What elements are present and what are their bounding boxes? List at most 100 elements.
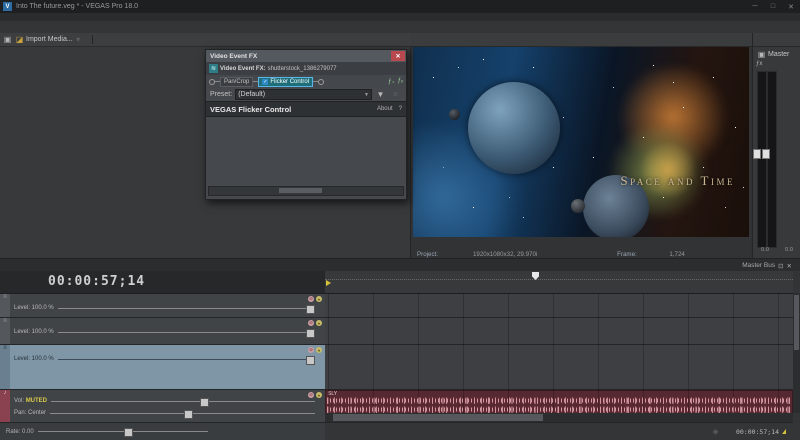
fx-chain-header: ≋ Video Event FX: shutterstock_138627907…	[206, 62, 406, 75]
media-bin-tree	[0, 47, 62, 257]
small-planet	[449, 109, 460, 120]
track-header-3-selected[interactable]: ≡ ⊘● Level: 100.0 %	[0, 345, 325, 390]
meter-right	[767, 71, 777, 248]
track-header-2[interactable]: ≡ ⊘● Level: 100.0 %	[0, 318, 325, 345]
app-icon: V	[3, 2, 12, 11]
help-link[interactable]: ?	[399, 106, 402, 112]
plugin-name: VEGAS Flicker Control	[210, 105, 291, 114]
minimize-button[interactable]: ─	[746, 3, 764, 11]
track-grip-icon[interactable]: ≡	[0, 294, 10, 317]
preview-transport	[411, 239, 751, 250]
chain-output-node	[318, 79, 324, 85]
dialog-scrollbar[interactable]	[208, 186, 404, 196]
vol-value: MUTED	[26, 398, 47, 404]
preview-toolbar	[411, 33, 754, 47]
video-preview-panel: Space and Time Project: 1920x1080x32, 29…	[411, 33, 751, 258]
menu-bar	[0, 13, 800, 21]
video-track-2-lane[interactable]	[325, 318, 793, 345]
save-preset-icon[interactable]: ▼	[375, 90, 386, 100]
about-link[interactable]: About	[377, 106, 393, 112]
cursor-pin-icon: ◈	[710, 427, 721, 437]
mute-icon[interactable]: ⊘	[308, 347, 314, 353]
flicker-control-plugin-button[interactable]: ✓ Flicker Control	[258, 77, 313, 87]
audio-track-grip-icon[interactable]: ♪	[0, 390, 10, 422]
dialog-title: Video Event FX	[210, 53, 257, 60]
rate-control[interactable]: Rate: 0.00	[0, 423, 331, 440]
timeline-vertical-scrollbar[interactable]	[793, 293, 800, 413]
level-slider[interactable]	[58, 332, 315, 333]
scrollbar-thumb[interactable]	[333, 414, 543, 421]
video-track-1-lane[interactable]	[325, 294, 793, 318]
chevron-down-icon: ▼	[364, 92, 369, 98]
meter-scale	[779, 71, 797, 246]
fx-plugin-chain: Pan/Crop ✓ Flicker Control ƒ₊ ƒₓ	[206, 75, 406, 88]
preset-row: Preset: (Default)▼ ▼ ✕	[206, 88, 406, 101]
video-track-3-lane[interactable]	[325, 345, 793, 390]
vol-label: Vol:	[14, 398, 24, 404]
close-button[interactable]: ✕	[391, 51, 405, 61]
pan-label: Pan:	[14, 410, 26, 416]
chevron-down-icon: ▾	[73, 35, 84, 45]
window-buttons: ─□✕	[746, 3, 800, 11]
solo-icon[interactable]: ●	[316, 320, 322, 326]
rate-slider[interactable]	[38, 431, 208, 432]
add-fx-icon[interactable]: ƒ₊	[388, 78, 395, 85]
level-slider[interactable]	[58, 359, 315, 360]
import-folder-icon: ◪	[14, 35, 25, 45]
solo-icon[interactable]: ●	[316, 296, 322, 302]
fx-chain-label: Video Event FX:	[220, 66, 266, 72]
timeline-ruler[interactable]	[325, 271, 793, 294]
warning-triangle-icon	[782, 429, 786, 434]
level-slider[interactable]	[58, 308, 315, 309]
import-media-button[interactable]: ◪ Import Media... ▾	[14, 35, 85, 45]
master-fx-chain: ƒx	[753, 59, 800, 67]
timecode-display[interactable]: 00:00:57;14	[48, 274, 145, 289]
master-meters	[757, 71, 797, 246]
audio-track-header[interactable]: ♪ ⊘● Vol: MUTED Pan: Center	[0, 390, 325, 423]
delete-preset-icon[interactable]: ✕	[390, 90, 401, 100]
preset-dropdown[interactable]: (Default)▼	[235, 89, 372, 100]
dialog-title-bar[interactable]: Video Event FX ✕	[206, 50, 406, 62]
tab-master-bus[interactable]: Master Bus ⊡ ✕	[734, 260, 800, 272]
video-title-overlay: Space and Time	[620, 173, 735, 189]
fx-chain-target: shutterstock_1386279077	[268, 66, 337, 72]
ruler-ticks	[325, 279, 793, 294]
preset-label: Preset:	[210, 91, 232, 98]
track-header-1[interactable]: ≡ ⊘● Level: 100.0 %	[0, 294, 325, 318]
large-planet	[468, 82, 560, 174]
timeline: 00:00:57;14 ≡ ⊘● Level: 100.0 % ≡ ⊘● Lev…	[0, 271, 800, 440]
master-fx-icon[interactable]: ƒx	[756, 61, 762, 67]
level-label: Level: 100.0 %	[14, 305, 54, 311]
solo-icon[interactable]: ●	[316, 347, 322, 353]
remove-fx-icon[interactable]: ƒₓ	[398, 78, 403, 85]
master-fader-values: 0.00.0	[753, 247, 800, 253]
mute-icon[interactable]: ⊘	[308, 296, 314, 302]
master-bus-panel: ▣ Master ƒx 0.00.0	[752, 33, 800, 258]
close-button[interactable]: ✕	[782, 3, 800, 11]
timeline-horizontal-scrollbar[interactable]	[325, 413, 793, 422]
level-label: Level: 100.0 %	[14, 329, 54, 335]
pan-slider[interactable]	[50, 413, 315, 414]
close-icon[interactable]: ✕	[787, 262, 792, 270]
cursor-time-display[interactable]: 00:00:57;14	[736, 428, 779, 436]
pan-value: Center	[28, 410, 46, 416]
master-fader-handles[interactable]	[753, 149, 770, 159]
vol-slider[interactable]	[51, 401, 315, 402]
float-icon[interactable]: ⊡	[778, 262, 783, 270]
track-grip-icon[interactable]: ≡	[0, 318, 10, 344]
fx-chain-icon: ≋	[209, 64, 218, 73]
moon	[571, 199, 585, 213]
mute-icon[interactable]: ⊘	[308, 320, 314, 326]
rate-label: Rate: 0.00	[6, 429, 34, 435]
master-toolbar	[753, 33, 800, 47]
dock-icon[interactable]: ▣	[2, 35, 13, 45]
pan-crop-button[interactable]: Pan/Crop	[220, 77, 253, 87]
window-title: Into The future.veg * - VEGAS Pro 18.0	[16, 3, 138, 10]
maximize-button[interactable]: □	[764, 3, 782, 11]
plugin-enabled-checkbox[interactable]: ✓	[262, 79, 268, 85]
level-label: Level: 100.0 %	[14, 356, 54, 362]
track-grip-icon[interactable]: ≡	[0, 345, 10, 389]
vegas-pro-window: V Into The future.veg * - VEGAS Pro 18.0…	[0, 0, 800, 440]
plugin-section-header: VEGAS Flicker Control About ?	[206, 101, 406, 117]
meter-left	[757, 71, 767, 248]
